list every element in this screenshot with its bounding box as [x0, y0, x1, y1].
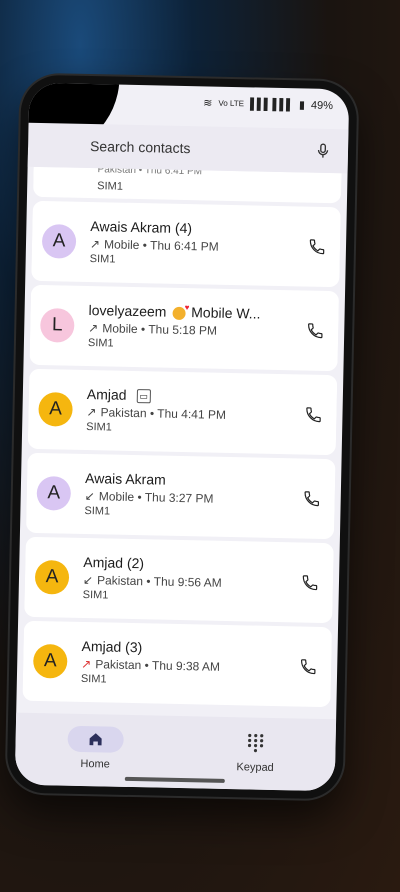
sim-label: SIM1: [80, 673, 107, 686]
smiling-heart-emoji-icon: [172, 306, 186, 320]
call-log-row[interactable]: L lovelyazeem Mobile W... ↗ Mobile • Thu…: [29, 284, 340, 372]
sim-label: SIM1: [87, 337, 114, 350]
phone-frame: ≋ Vo LTE ▌▌▌ ▌▌▌ ▮ 49% Search contacts P…: [6, 74, 358, 800]
gesture-bar[interactable]: [124, 776, 225, 783]
call-detail: Mobile • Thu 3:27 PM: [98, 489, 214, 506]
avatar[interactable]: A: [36, 475, 72, 511]
call-log-list: Pakistan • Thu 6:41 PM SIM1 A Awais Akra…: [22, 166, 342, 719]
sim-label: SIM1: [89, 253, 116, 266]
call-log-row[interactable]: A Amjad (3) ↗ Pakistan • Thu 9:38 AM SIM…: [22, 620, 333, 708]
list-item[interactable]: Pakistan • Thu 6:41 PM SIM1: [32, 166, 342, 204]
business-card-icon: ▭: [136, 389, 152, 404]
phone-call-icon[interactable]: [308, 238, 326, 256]
search-bar[interactable]: Search contacts: [27, 122, 349, 174]
call-direction-icon: ↗: [86, 404, 97, 420]
signal-icon: ▌▌▌ ▌▌▌: [249, 97, 294, 111]
contact-name-text: Awais Akram (4): [90, 218, 193, 237]
phone-call-icon[interactable]: [306, 322, 324, 340]
avatar[interactable]: A: [41, 224, 77, 259]
call-detail: Mobile • Thu 6:41 PM: [103, 237, 219, 254]
call-direction-icon: ↗: [89, 236, 101, 252]
call-log-row[interactable]: A Amjad ▭ ↗ Pakistan • Thu 4:41 PM SIM1: [27, 368, 338, 456]
call-direction-icon: ↗: [81, 656, 92, 672]
bottom-navigation: Home Keypad: [14, 712, 337, 792]
status-bar: ≋ Vo LTE ▌▌▌ ▌▌▌ ▮ 49%: [203, 96, 333, 112]
screen: ≋ Vo LTE ▌▌▌ ▌▌▌ ▮ 49% Search contacts P…: [14, 82, 350, 792]
contact-name-text: lovelyazeem: [88, 302, 167, 320]
avatar[interactable]: A: [38, 391, 73, 427]
contact-name-text: Amjad (2): [83, 553, 145, 572]
contact-name-text: Awais Akram: [84, 470, 166, 488]
battery-icon: ▮: [298, 99, 306, 112]
call-detail: Mobile • Thu 5:18 PM: [102, 321, 218, 338]
call-log-row[interactable]: A Amjad (2) ↙ Pakistan • Thu 9:56 AM SIM…: [24, 536, 334, 624]
call-detail: Pakistan • Thu 9:38 AM: [95, 657, 221, 674]
call-direction-icon: ↗: [88, 320, 99, 336]
nav-keypad-label: Keypad: [236, 761, 274, 774]
nav-keypad[interactable]: Keypad: [227, 729, 284, 774]
phone-call-icon[interactable]: [303, 490, 321, 508]
contact-name-suffix: Mobile W...: [187, 304, 261, 322]
call-info: Awais Akram ↙ Mobile • Thu 3:27 PM SIM1: [84, 469, 303, 523]
call-info: Awais Akram (4) ↗ Mobile • Thu 6:41 PM S…: [90, 217, 309, 271]
call-detail: Pakistan • Thu 4:41 PM: [100, 405, 227, 422]
sim-label: SIM1: [84, 505, 111, 518]
contact-name-text: Amjad (3): [81, 637, 143, 656]
call-info: Amjad (3) ↗ Pakistan • Thu 9:38 AM SIM1: [81, 637, 300, 691]
search-input[interactable]: Search contacts: [90, 138, 314, 159]
contact-name-text: Amjad: [86, 386, 127, 403]
call-direction-icon: ↙: [82, 572, 94, 588]
avatar[interactable]: A: [32, 643, 68, 679]
nav-home-label: Home: [80, 757, 110, 771]
phone-call-icon[interactable]: [299, 658, 317, 676]
call-info: Amjad (2) ↙ Pakistan • Thu 9:56 AM SIM1: [83, 553, 302, 607]
sim-label: SIM1: [82, 589, 109, 602]
wifi-icon: ≋: [203, 97, 213, 110]
phone-call-icon[interactable]: [304, 406, 322, 424]
mic-icon[interactable]: [314, 142, 332, 160]
battery-level: 49%: [310, 99, 334, 112]
avatar[interactable]: A: [34, 559, 70, 595]
home-icon[interactable]: [67, 725, 124, 753]
sim-label: SIM1: [86, 421, 112, 434]
network-label: Vo LTE: [218, 98, 245, 109]
call-info: lovelyazeem Mobile W... ↗ Mobile • Thu 5…: [88, 301, 307, 355]
call-detail: Pakistan • Thu 9:56 AM: [96, 573, 222, 590]
partial-sim: SIM1: [97, 180, 124, 193]
phone-call-icon[interactable]: [301, 574, 319, 592]
call-direction-icon: ↙: [84, 488, 95, 504]
avatar[interactable]: L: [39, 308, 75, 343]
call-log-row[interactable]: A Awais Akram (4) ↗ Mobile • Thu 6:41 PM…: [31, 200, 341, 288]
nav-home[interactable]: Home: [67, 725, 124, 771]
call-log-row[interactable]: A Awais Akram ↙ Mobile • Thu 3:27 PM SIM…: [25, 452, 336, 540]
call-info: Amjad ▭ ↗ Pakistan • Thu 4:41 PM SIM1: [86, 385, 305, 439]
keypad-icon[interactable]: [227, 729, 284, 756]
